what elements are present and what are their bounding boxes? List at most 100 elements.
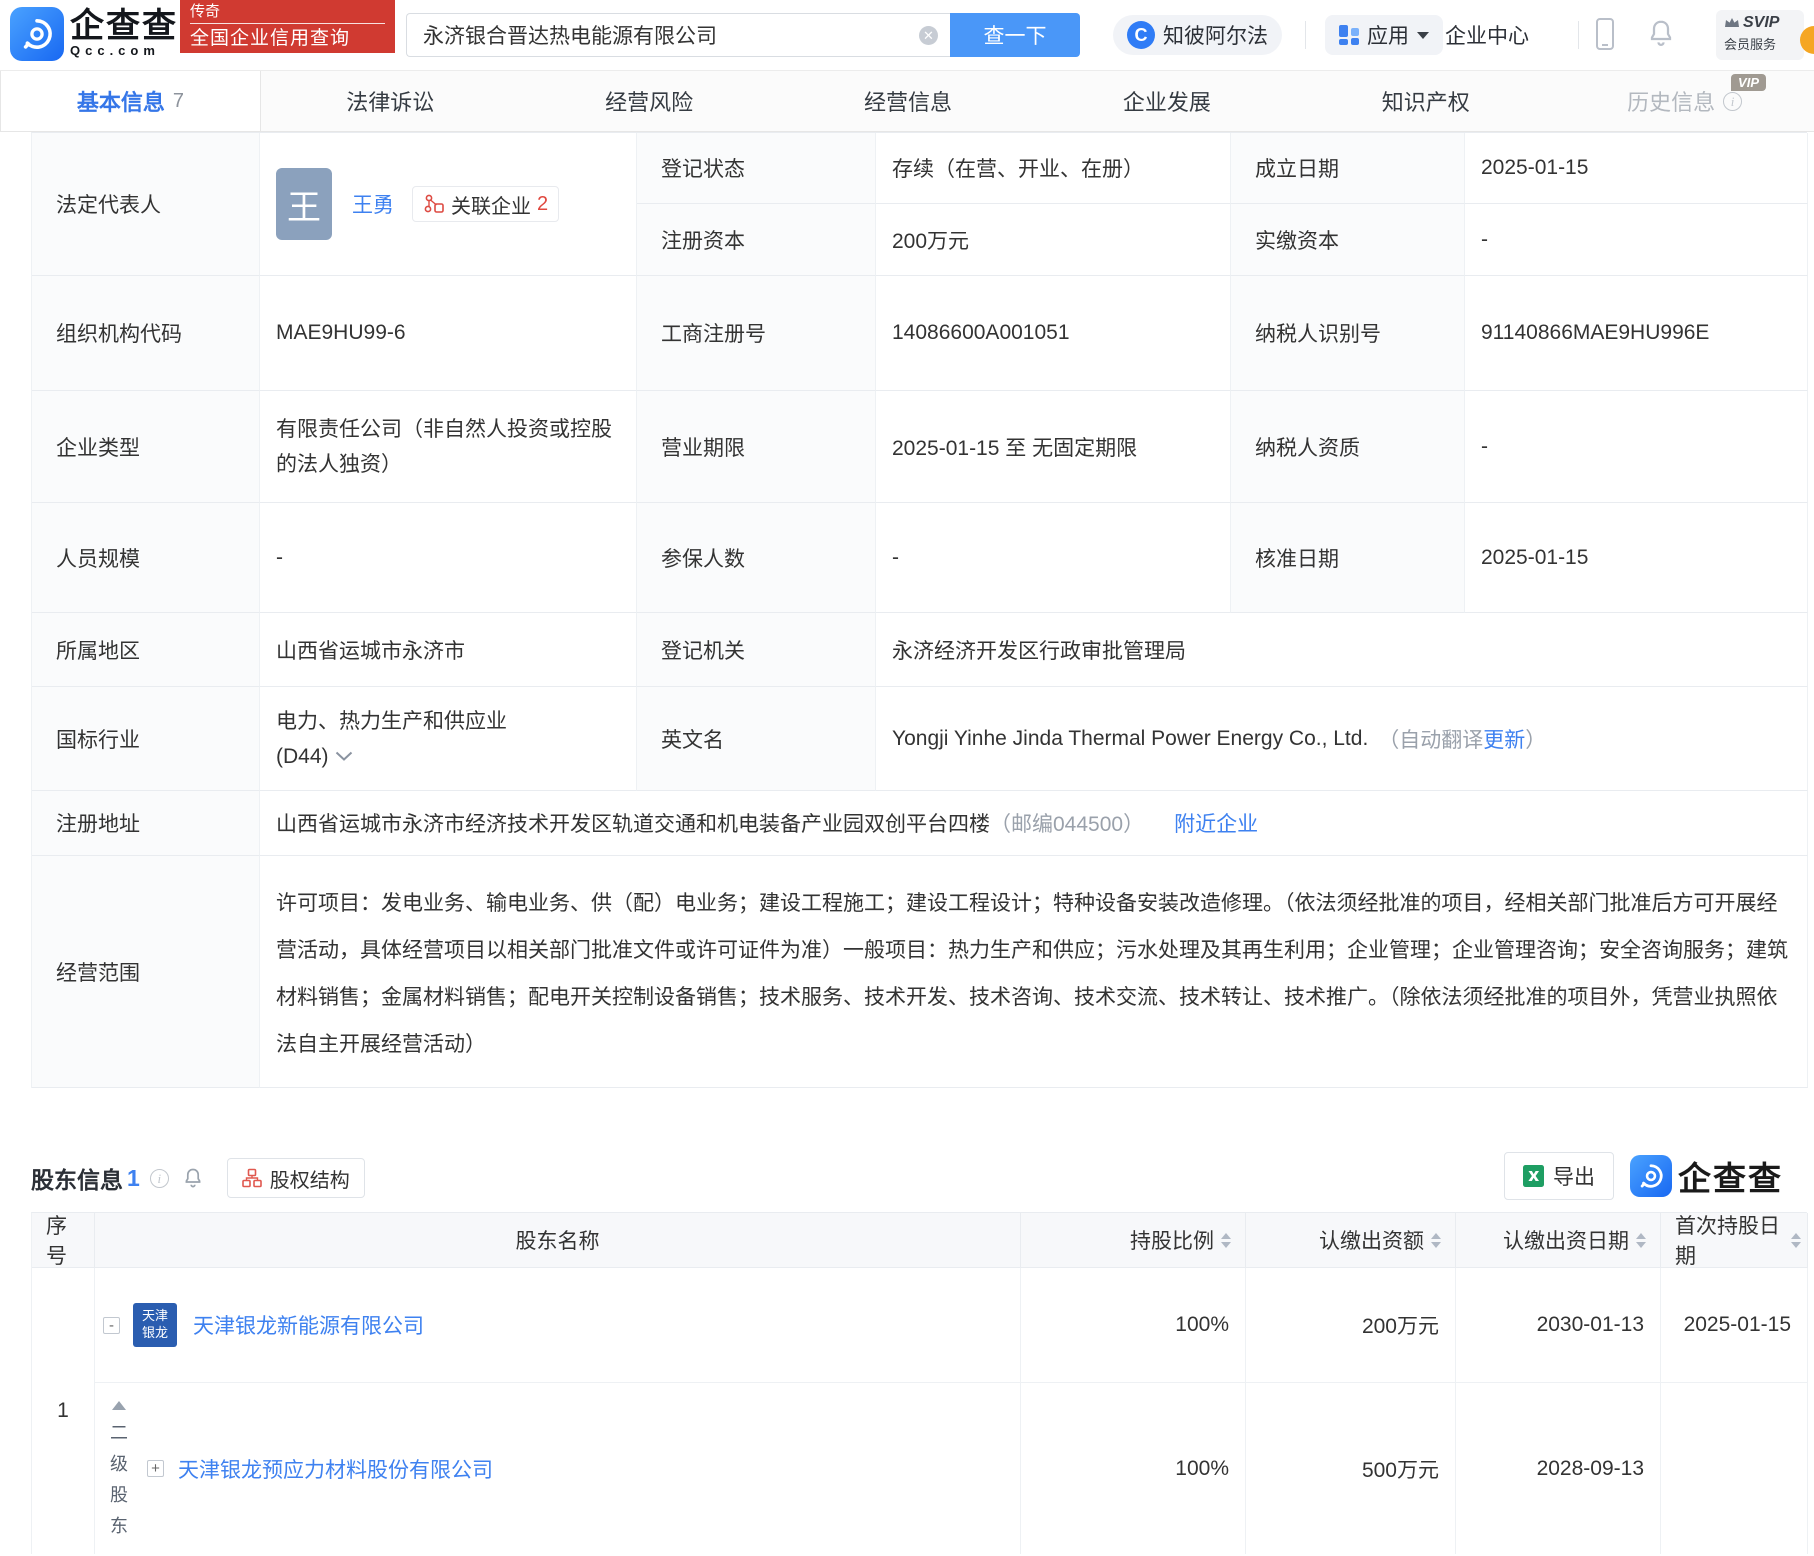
tab-label: 知识产权 bbox=[1382, 85, 1470, 117]
promo-line1: 传奇 bbox=[190, 2, 385, 24]
export-label: 导出 bbox=[1553, 1161, 1595, 1191]
translate-note-end: ） bbox=[1525, 724, 1546, 754]
svip-member-button[interactable]: SVIP 会员服务 bbox=[1716, 10, 1804, 60]
field-value-approval-date: 2025-01-15 bbox=[1465, 503, 1808, 613]
enterprise-center-link[interactable]: 企业中心 bbox=[1445, 20, 1529, 50]
qcc-watermark-text: 企查查 bbox=[1678, 1152, 1783, 1200]
tab-bar: 基本信息 7 法律诉讼 经营风险 经营信息 企业发展 知识产权 VIP 历史信息… bbox=[0, 70, 1814, 132]
related-companies-badge[interactable]: 关联企业 2 bbox=[412, 186, 559, 222]
tier-rail: 二级股东 bbox=[107, 1401, 131, 1542]
search-button[interactable]: 查一下 bbox=[950, 13, 1080, 57]
collapse-toggle[interactable]: - bbox=[103, 1317, 120, 1334]
field-value-reg-capital: 200万元 bbox=[876, 204, 1231, 276]
field-label-approval-date: 核准日期 bbox=[1231, 503, 1465, 613]
cell-amount: 500万元 bbox=[1246, 1383, 1456, 1554]
tab-enterprise-development[interactable]: 企业发展 bbox=[1037, 71, 1296, 131]
field-label-taxpayer-qual: 纳税人资质 bbox=[1231, 391, 1465, 503]
english-name-text: Yongji Yinhe Jinda Thermal Power Energy … bbox=[892, 727, 1368, 751]
clear-icon[interactable]: ✕ bbox=[919, 26, 938, 45]
col-header-label: 持股比例 bbox=[1130, 1225, 1214, 1255]
sort-icon bbox=[1431, 1233, 1441, 1248]
svip-sub-label: 会员服务 bbox=[1724, 34, 1796, 53]
field-value-region: 山西省运城市永济市 bbox=[260, 613, 637, 687]
cell-amount-date: 2030-01-13 bbox=[1456, 1268, 1661, 1383]
shareholder-name-link[interactable]: 天津银龙预应力材料股份有限公司 bbox=[178, 1454, 493, 1484]
export-button[interactable]: 导出 bbox=[1504, 1152, 1614, 1200]
field-value-biz-reg-no: 14086600A001051 bbox=[876, 276, 1231, 391]
related-label: 关联企业 bbox=[451, 190, 531, 219]
tab-history-info[interactable]: VIP 历史信息 i bbox=[1555, 71, 1814, 131]
qcc-watermark-logo: 企查查 bbox=[1630, 1152, 1783, 1200]
field-label-reg-status: 登记状态 bbox=[637, 133, 876, 204]
basic-info-table: 法定代表人 王 王勇 关联企业 2 登记状态 存续（在营、开业、在册） 成立日期… bbox=[31, 132, 1807, 1088]
cell-amount-date: 2028-09-13 bbox=[1456, 1383, 1661, 1554]
zhibi-alpha-button[interactable]: C 知彼阿尔法 bbox=[1113, 15, 1282, 55]
col-header-amount[interactable]: 认缴出资额 bbox=[1246, 1213, 1456, 1268]
tier-label: 二级股东 bbox=[108, 1418, 130, 1542]
field-label-region: 所属地区 bbox=[32, 613, 260, 687]
legal-rep-name-link[interactable]: 王勇 bbox=[352, 189, 394, 219]
company-type-text: 有限责任公司（非自然人投资或控股的法人独资） bbox=[276, 412, 620, 482]
monitor-bell-icon[interactable] bbox=[181, 1165, 205, 1191]
tab-intellectual-property[interactable]: 知识产权 bbox=[1296, 71, 1555, 131]
tab-label: 企业发展 bbox=[1123, 85, 1211, 117]
tab-operation-risk[interactable]: 经营风险 bbox=[520, 71, 779, 131]
chevron-down-icon[interactable] bbox=[335, 751, 353, 761]
field-label-est-date: 成立日期 bbox=[1231, 133, 1465, 204]
field-label-org-code: 组织机构代码 bbox=[32, 276, 260, 391]
field-value-taxpayer-qual: - bbox=[1465, 391, 1808, 503]
tab-operation-info[interactable]: 经营信息 bbox=[779, 71, 1038, 131]
col-header-index: 序号 bbox=[32, 1213, 95, 1268]
brand-name: 企查查 bbox=[70, 9, 178, 43]
sort-icon bbox=[1636, 1233, 1646, 1248]
equity-structure-label: 股权结构 bbox=[270, 1164, 350, 1193]
company-logo: 天津 银龙 bbox=[133, 1303, 177, 1347]
field-value-address: 山西省运城市永济市经济技术开发区轨道交通和机电装备产业园双创平台四楼 （邮编04… bbox=[260, 791, 1808, 856]
field-value-paid-capital: - bbox=[1465, 204, 1808, 276]
equity-structure-icon bbox=[242, 1168, 262, 1188]
nearby-companies-link[interactable]: 附近企业 bbox=[1174, 808, 1258, 838]
shareholders-section-header: 股东信息 1 i 股权结构 导出 bbox=[31, 1144, 1783, 1212]
related-network-icon bbox=[423, 193, 445, 215]
tab-legal-litigation[interactable]: 法律诉讼 bbox=[261, 71, 520, 131]
col-header-amount-date[interactable]: 认缴出资日期 bbox=[1456, 1213, 1661, 1268]
shareholders-count: 1 bbox=[127, 1165, 140, 1192]
tab-basic-info[interactable]: 基本信息 7 bbox=[0, 71, 261, 131]
shareholder-name-link[interactable]: 天津银龙新能源有限公司 bbox=[193, 1310, 424, 1340]
field-label-insured-num: 参保人数 bbox=[637, 503, 876, 613]
qcc-logo[interactable]: 企查查 Qcc.com bbox=[10, 7, 178, 61]
collapse-triangle-icon[interactable] bbox=[112, 1401, 126, 1410]
notification-bell-icon[interactable] bbox=[1646, 17, 1676, 54]
col-header-ratio[interactable]: 持股比例 bbox=[1021, 1213, 1246, 1268]
field-label-industry: 国标行业 bbox=[32, 687, 260, 791]
field-label-staff-size: 人员规模 bbox=[32, 503, 260, 613]
chevron-down-icon bbox=[1417, 32, 1429, 39]
tab-label: 法律诉讼 bbox=[346, 85, 434, 117]
expand-toggle[interactable]: + bbox=[147, 1460, 164, 1477]
mobile-app-icon[interactable] bbox=[1596, 18, 1614, 50]
translate-update-link[interactable]: 更新 bbox=[1483, 724, 1525, 754]
tab-count: 7 bbox=[173, 90, 184, 113]
crown-icon bbox=[1724, 17, 1740, 29]
shareholder-row: - 天津 银龙 天津银龙新能源有限公司 bbox=[95, 1268, 1021, 1383]
apps-menu-button[interactable]: 应用 bbox=[1325, 15, 1443, 55]
promo-badge[interactable]: 传奇 全国企业信用查询 bbox=[180, 0, 395, 53]
field-label-address: 注册地址 bbox=[32, 791, 260, 856]
logo-line1: 天津 bbox=[133, 1307, 177, 1324]
search-box: ✕ bbox=[406, 13, 950, 57]
col-header-first-date[interactable]: 首次持股日期 bbox=[1661, 1213, 1808, 1268]
address-text: 山西省运城市永济市经济技术开发区轨道交通和机电装备产业园双创平台四楼 bbox=[276, 808, 990, 838]
col-header-label: 认缴出资额 bbox=[1319, 1225, 1424, 1255]
search-input[interactable] bbox=[407, 23, 919, 47]
related-count: 2 bbox=[537, 193, 548, 216]
field-label-company-type: 企业类型 bbox=[32, 391, 260, 503]
nav-divider bbox=[1578, 21, 1579, 49]
equity-structure-button[interactable]: 股权结构 bbox=[227, 1158, 365, 1198]
info-icon[interactable]: i bbox=[150, 1169, 169, 1188]
nav-divider bbox=[1305, 21, 1306, 49]
cell-ratio: 100% bbox=[1021, 1383, 1246, 1554]
legal-rep-avatar[interactable]: 王 bbox=[276, 168, 332, 240]
field-label-reg-capital: 注册资本 bbox=[637, 204, 876, 276]
svip-line: SVIP bbox=[1724, 14, 1796, 32]
field-label-authority: 登记机关 bbox=[637, 613, 876, 687]
